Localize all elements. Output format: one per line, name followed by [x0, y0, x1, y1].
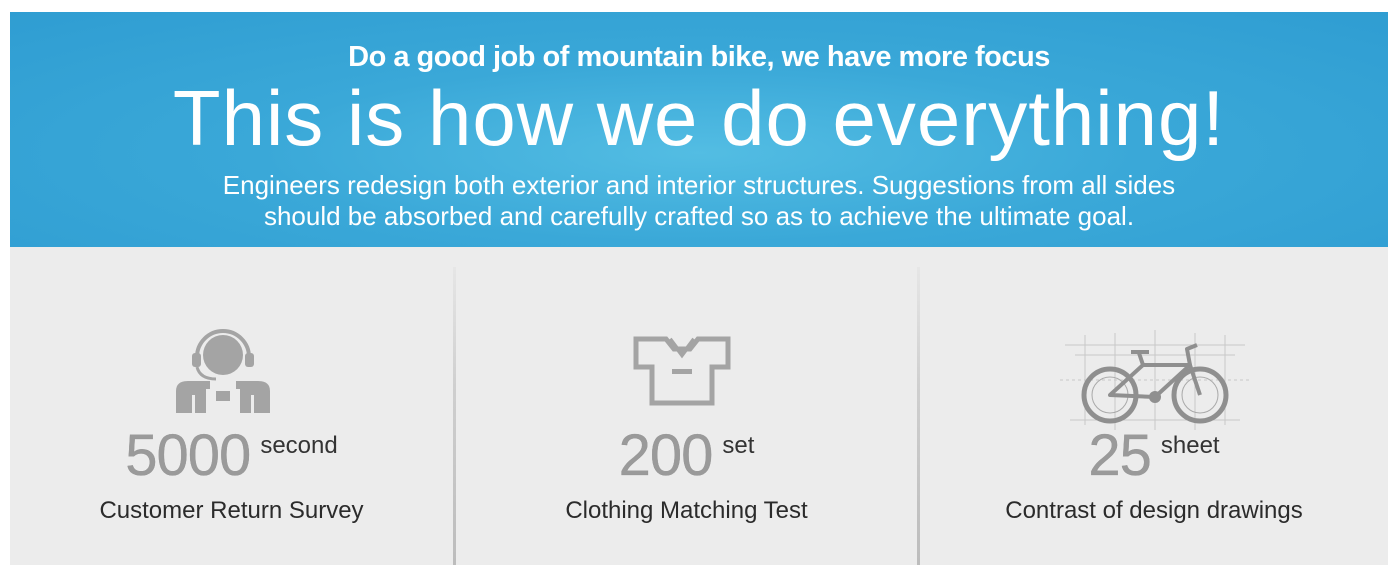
banner-description-line-2: should be absorbed and carefully crafted… [263, 201, 1135, 231]
stat-unit: set [722, 432, 755, 459]
stat-number: 5000 [125, 423, 251, 488]
stats-panel: 5000 second Customer Return Survey 200 set… [10, 247, 1388, 565]
stat-value-row: 5000 second [10, 422, 453, 489]
hero-banner: Do a good job of mountain bike, we have … [10, 12, 1388, 247]
stat-label: Contrast of design drawings [1005, 497, 1303, 524]
stat-card-design-drawings: 25 sheet Contrast of design drawings [920, 247, 1388, 565]
stat-label: Customer Return Survey [99, 497, 364, 524]
banner-description-line-1: Engineers redesign both exterior and int… [222, 170, 1176, 200]
customer-service-icon [176, 329, 270, 413]
banner-tagline: Do a good job of mountain bike, we have … [348, 41, 1050, 73]
stat-number: 200 [618, 423, 713, 488]
stat-label: Clothing Matching Test [565, 497, 808, 524]
tshirt-icon [633, 336, 731, 406]
banner-description: Engineers redesign both exterior and int… [10, 170, 1388, 232]
stat-unit: second [260, 432, 338, 459]
banner-headline: This is how we do everything! [172, 74, 1226, 162]
stat-card-clothing-test: 200 set Clothing Matching Test [456, 247, 917, 565]
stat-value-row: 25 sheet [920, 422, 1388, 489]
bicycle-drawing-icon [1060, 330, 1250, 430]
stat-unit: sheet [1160, 432, 1220, 459]
stat-number: 25 [1088, 423, 1152, 488]
stat-value-row: 200 set [456, 422, 917, 489]
stat-card-customer-survey: 5000 second Customer Return Survey [10, 247, 453, 565]
